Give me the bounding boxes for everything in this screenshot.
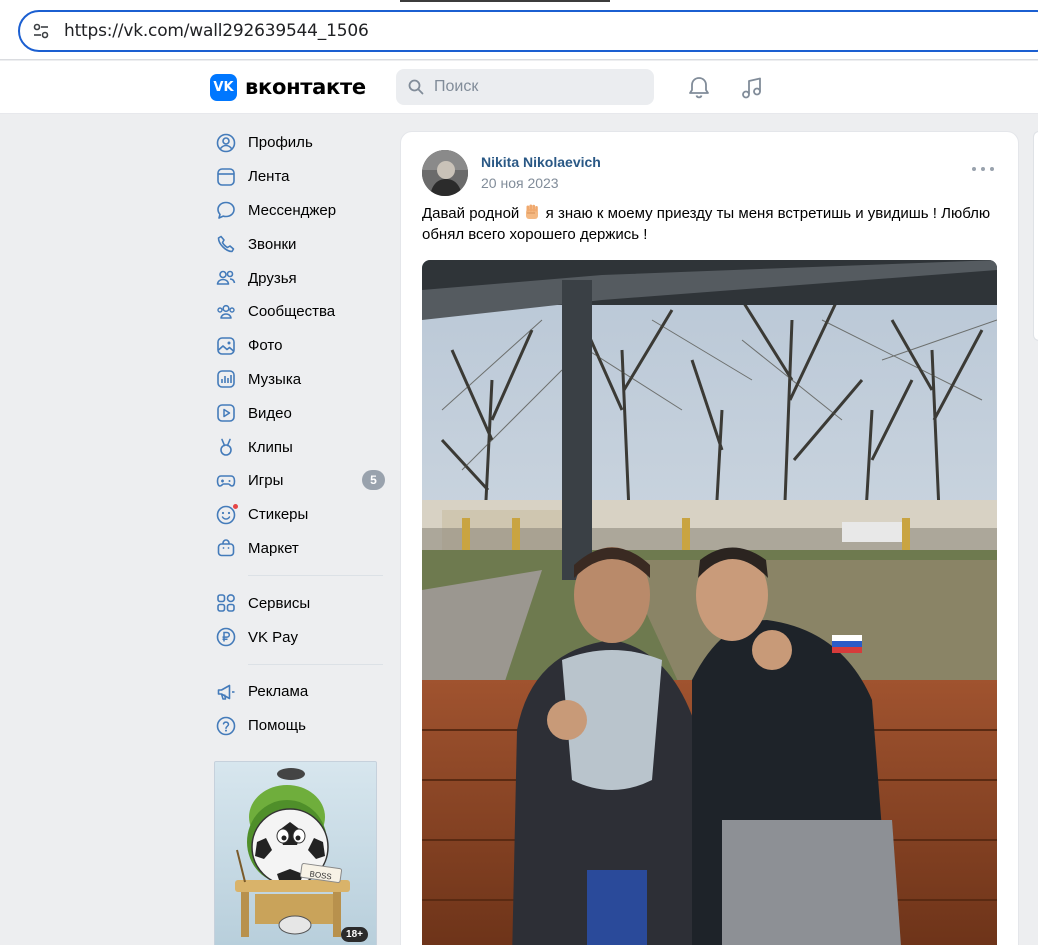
sidebar-item-clips[interactable]: Клипы <box>212 430 387 464</box>
sidebar-item-label: Игры <box>248 472 284 490</box>
sidebar-item-calls[interactable]: Звонки <box>212 227 387 261</box>
sidebar-item-label: Сервисы <box>248 594 311 612</box>
sidebar-item-music[interactable]: Музыка <box>212 363 387 397</box>
sidebar-item-label: VK Pay <box>248 628 299 646</box>
sidebar-item-label: Реклама <box>248 683 309 701</box>
newsfeed-icon <box>215 166 237 188</box>
vk-logo-icon[interactable]: VK <box>210 74 237 101</box>
right-column-edge <box>1033 131 1038 341</box>
author-avatar[interactable] <box>422 150 468 196</box>
post-photo-image <box>422 260 997 945</box>
search-box[interactable] <box>396 69 654 105</box>
age-rating-badge: 18+ <box>341 927 368 942</box>
sidebar-item-ads[interactable]: Реклама <box>212 675 387 709</box>
sidebar-item-label: Профиль <box>248 134 313 152</box>
wall-post: Nikita Nikolaevich 20 ноя 2023 Давай род… <box>400 131 1019 945</box>
sidebar-item-market[interactable]: Маркет <box>212 532 387 566</box>
left-sidebar: Профиль Лента Мессенджер Звонки Друзья С… <box>212 126 387 743</box>
sidebar-item-help[interactable]: Помощь <box>212 709 387 743</box>
sidebar-item-profile[interactable]: Профиль <box>212 126 387 160</box>
sidebar-item-label: Стикеры <box>248 506 309 524</box>
sidebar-item-label: Фото <box>248 337 283 355</box>
sidebar-item-label: Помощь <box>248 717 306 735</box>
stickers-notification-dot <box>232 502 239 510</box>
vkpay-icon <box>215 626 237 648</box>
market-icon <box>215 537 237 559</box>
video-icon <box>215 402 237 424</box>
photo-icon <box>215 335 237 357</box>
url-text[interactable]: https://vk.com/wall292639544_1506 <box>64 21 369 41</box>
services-icon <box>215 592 237 614</box>
ad-banner[interactable]: BOSS 18+ <box>214 761 377 945</box>
post-more-button[interactable] <box>972 164 994 174</box>
phone-icon <box>215 233 237 255</box>
friends-icon <box>215 267 237 289</box>
music-icon <box>215 368 237 390</box>
stickers-icon <box>215 502 239 526</box>
help-icon <box>215 715 237 737</box>
sidebar-item-video[interactable]: Видео <box>212 396 387 430</box>
sidebar-item-vkpay[interactable]: VK Pay <box>212 620 387 654</box>
vk-header: VK вконтакте <box>0 61 1038 114</box>
sidebar-item-photos[interactable]: Фото <box>212 329 387 363</box>
sidebar-item-games[interactable]: Игры 5 <box>212 464 387 498</box>
post-photo[interactable] <box>422 260 997 945</box>
post-text: Давай родной я знаю к моему приезду ты м… <box>422 203 1002 245</box>
sidebar-item-label: Мессенджер <box>248 201 337 219</box>
sidebar-item-label: Друзья <box>248 269 297 287</box>
sidebar-item-label: Маркет <box>248 539 299 557</box>
sidebar-item-communities[interactable]: Сообщества <box>212 295 387 329</box>
site-settings-icon[interactable] <box>32 22 50 40</box>
address-bar[interactable]: https://vk.com/wall292639544_1506 <box>18 10 1038 52</box>
sidebar-item-label: Видео <box>248 404 292 422</box>
music-note-icon[interactable] <box>739 75 765 101</box>
sidebar-divider <box>248 575 383 577</box>
post-date[interactable]: 20 ноя 2023 <box>481 175 559 191</box>
post-text-part-1: Давай родной <box>422 205 524 222</box>
sidebar-item-newsfeed[interactable]: Лента <box>212 160 387 194</box>
sidebar-item-label: Звонки <box>248 235 297 253</box>
clips-icon <box>215 436 237 458</box>
messenger-icon <box>215 199 237 221</box>
sidebar-divider <box>248 663 383 665</box>
vk-wordmark[interactable]: вконтакте <box>245 75 366 99</box>
sidebar-item-services[interactable]: Сервисы <box>212 586 387 620</box>
post-author-name[interactable]: Nikita Nikolaevich <box>481 154 601 170</box>
sidebar-item-label: Клипы <box>248 438 293 456</box>
sidebar-item-label: Музыка <box>248 370 302 388</box>
search-icon <box>408 79 424 95</box>
games-count-badge: 5 <box>362 469 385 490</box>
soccer-ball-boss-illustration: BOSS <box>215 762 376 945</box>
sidebar-item-label: Сообщества <box>248 303 336 321</box>
vk-logo-text: VK <box>213 80 234 95</box>
profile-icon <box>215 132 237 154</box>
games-icon <box>215 470 237 492</box>
sidebar-item-stickers[interactable]: Стикеры <box>212 498 387 532</box>
search-input[interactable] <box>434 75 644 99</box>
active-tab-indicator <box>400 0 610 2</box>
avatar-photo <box>422 150 468 196</box>
communities-icon <box>215 301 237 323</box>
sidebar-item-friends[interactable]: Друзья <box>212 261 387 295</box>
sidebar-item-label: Лента <box>248 168 290 186</box>
browser-toolbar: https://vk.com/wall292639544_1506 <box>0 0 1038 60</box>
bell-icon[interactable] <box>686 75 712 101</box>
ads-icon <box>215 681 237 703</box>
raised-fist-icon <box>526 204 539 219</box>
sidebar-item-messenger[interactable]: Мессенджер <box>212 194 387 228</box>
